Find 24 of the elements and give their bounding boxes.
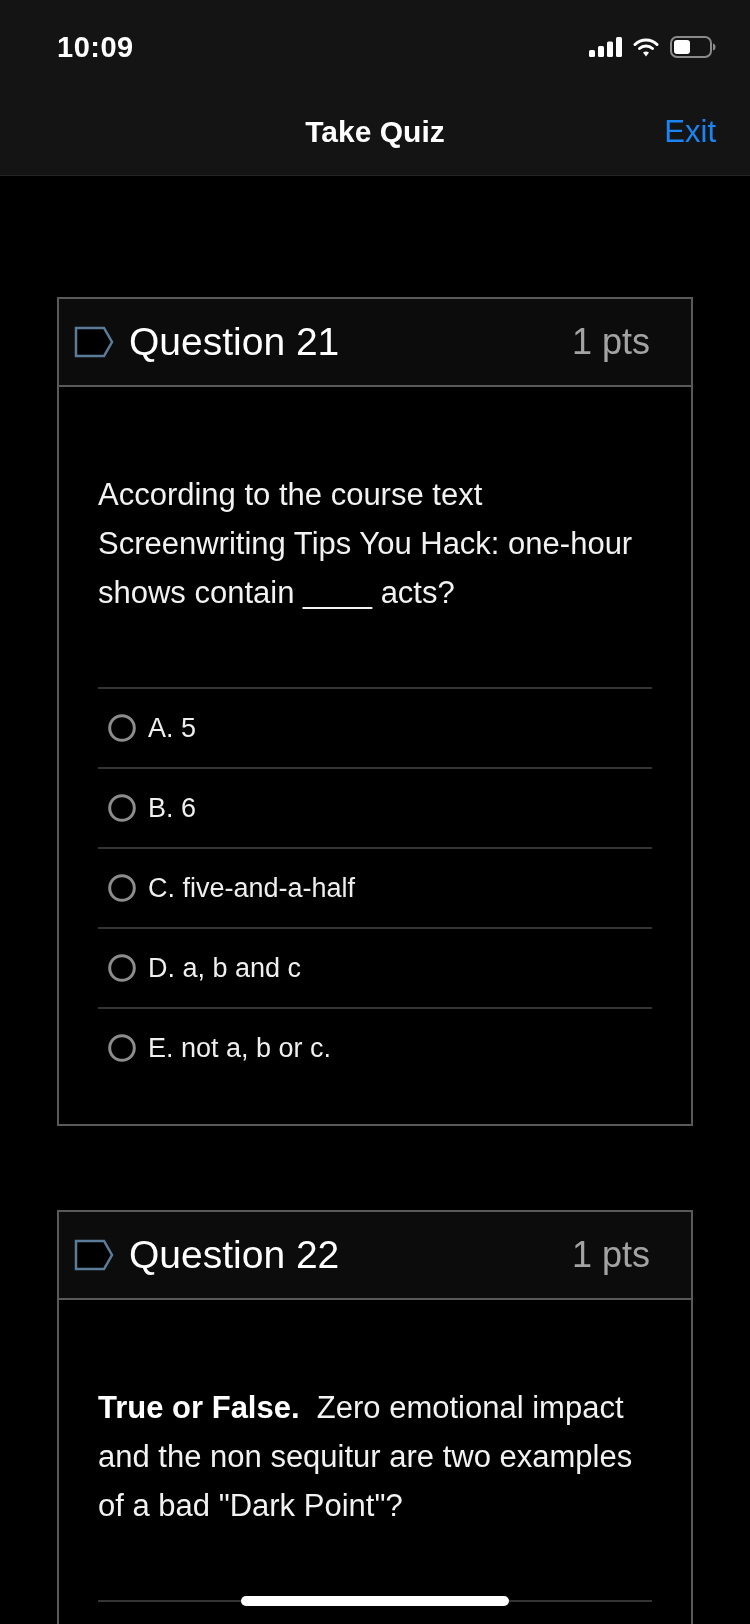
option-label: D. a, b and c bbox=[148, 952, 302, 984]
question-title: Question 21 bbox=[129, 320, 341, 364]
status-time: 10:09 bbox=[57, 29, 134, 64]
radio-icon[interactable] bbox=[108, 1034, 136, 1062]
points-label: 1 pts bbox=[571, 321, 650, 363]
signal-icon bbox=[589, 37, 622, 57]
radio-icon[interactable] bbox=[108, 954, 136, 982]
option-label: A. 5 bbox=[148, 712, 197, 744]
flag-icon[interactable] bbox=[74, 1239, 114, 1271]
points-label: 1 pts bbox=[571, 1234, 650, 1276]
option-label: C. five-and-a-half bbox=[148, 872, 356, 904]
exit-button[interactable]: Exit bbox=[664, 113, 716, 150]
option-label: E. not a, b or c. bbox=[148, 1032, 332, 1064]
wifi-icon bbox=[633, 37, 659, 57]
question-title: Question 22 bbox=[129, 1233, 341, 1277]
flag-icon[interactable] bbox=[74, 326, 114, 358]
screen-title: Take Quiz bbox=[305, 114, 445, 149]
battery-icon bbox=[670, 36, 716, 58]
radio-icon[interactable] bbox=[108, 714, 136, 742]
radio-icon[interactable] bbox=[108, 794, 136, 822]
question-text: According to the course text Screenwriting Tips You Hack: one-hour shows contain ____ acts? bbox=[98, 476, 634, 612]
option-label: B. 6 bbox=[148, 792, 197, 824]
question-text: True or False. Zero emotional impact and the non sequitur are two examples of a bad "Dark Point"? bbox=[98, 1389, 634, 1525]
radio-icon[interactable] bbox=[108, 874, 136, 902]
